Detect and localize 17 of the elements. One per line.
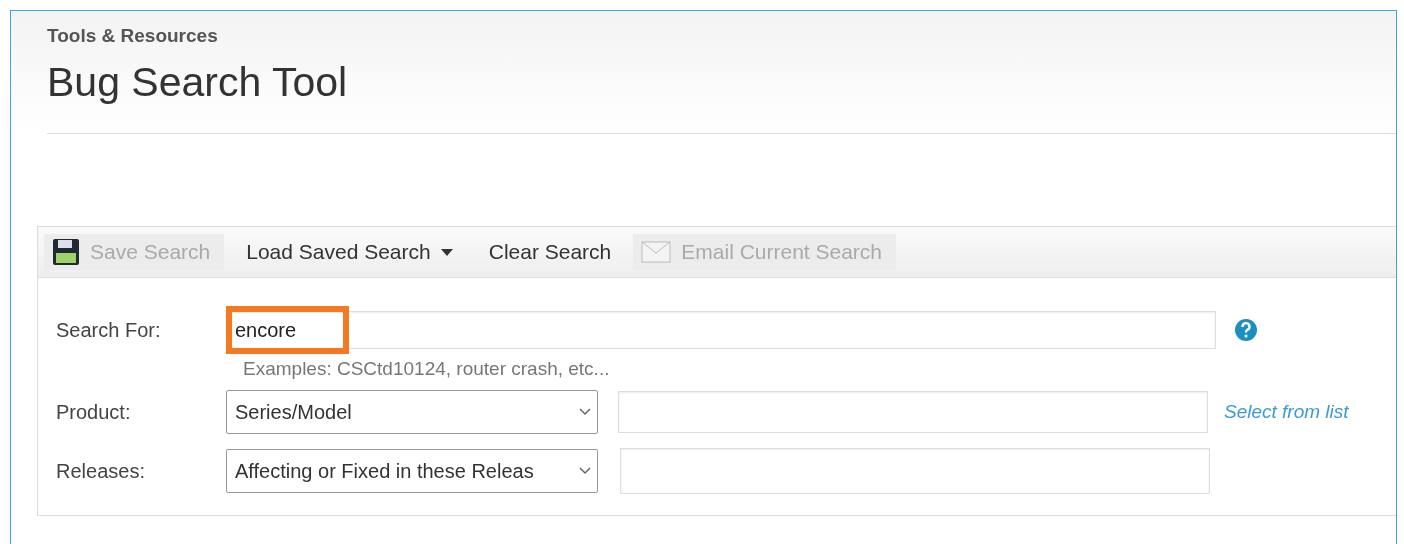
help-icon[interactable]	[1234, 318, 1258, 342]
toolbar-button[interactable]: Clear Search	[474, 234, 626, 270]
product-select[interactable]: Series/Model	[226, 390, 598, 434]
field-label: Search For:	[56, 318, 162, 342]
releases-select[interactable]: Affecting or Fixed in these Releas	[226, 449, 598, 493]
field-label: Product:	[56, 400, 132, 424]
breadcrumb: Tools & Resources	[47, 25, 219, 47]
releases-field[interactable]	[620, 448, 1210, 494]
dropdown-button[interactable]: Load Saved Search	[232, 234, 467, 270]
caret-icon	[440, 248, 453, 256]
hint-text: Examples: CSCtd10124, router crash, etc...	[243, 358, 611, 380]
envelope-icon	[641, 241, 672, 263]
chevron-down-icon	[579, 467, 591, 475]
chevron-down-icon	[579, 408, 591, 416]
page-title: Bug Search Tool	[47, 59, 349, 106]
product-field[interactable]	[618, 391, 1208, 433]
field-label: Releases:	[56, 459, 146, 483]
